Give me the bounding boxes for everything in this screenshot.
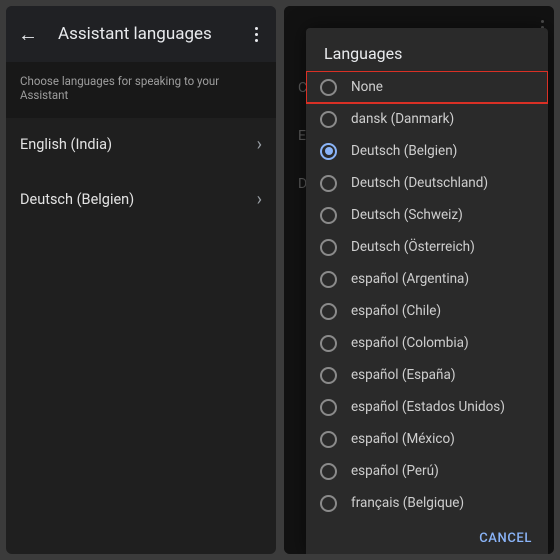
radio-icon <box>320 431 337 448</box>
language-option-label: español (Perú) <box>351 463 439 479</box>
language-option[interactable]: español (Chile) <box>306 295 548 327</box>
language-label: Deutsch (Belgien) <box>20 191 134 208</box>
overflow-menu-icon[interactable] <box>249 21 264 48</box>
dialog-title: Languages <box>306 28 548 71</box>
language-option[interactable]: español (España) <box>306 359 548 391</box>
radio-icon <box>320 335 337 352</box>
settings-screen: ← Assistant languages Choose languages f… <box>6 6 276 554</box>
radio-icon <box>320 495 337 512</box>
language-option-label: español (México) <box>351 431 455 447</box>
language-option[interactable]: español (México) <box>306 423 548 455</box>
radio-icon <box>320 143 337 160</box>
language-option[interactable]: español (Colombia) <box>306 327 548 359</box>
radio-icon <box>320 463 337 480</box>
language-dialog: Languages None dansk (Danmark) Deutsch (Be… <box>306 28 548 554</box>
language-option-label: dansk (Danmark) <box>351 111 454 127</box>
radio-icon <box>320 175 337 192</box>
backdrop-hint: E <box>298 128 306 144</box>
dialog-actions: CANCEL <box>306 523 548 554</box>
language-option-label: Deutsch (Deutschland) <box>351 175 488 191</box>
back-arrow-icon[interactable]: ← <box>18 22 38 47</box>
language-option[interactable]: Deutsch (Österreich) <box>306 231 548 263</box>
language-label: English (India) <box>20 136 112 153</box>
language-option-label: español (Argentina) <box>351 271 469 287</box>
language-option-label: None <box>351 79 383 95</box>
radio-icon <box>320 239 337 256</box>
language-option-list: None dansk (Danmark) Deutsch (Belgien) Deut… <box>306 71 548 523</box>
language-option-label: español (Estados Unidos) <box>351 399 505 415</box>
language-option[interactable]: None <box>306 71 548 103</box>
radio-icon <box>320 111 337 128</box>
language-option-label: español (España) <box>351 367 456 383</box>
language-option-label: Deutsch (Österreich) <box>351 239 475 255</box>
header-description: Choose languages for speaking to your As… <box>6 62 276 118</box>
language-option[interactable]: Deutsch (Deutschland) <box>306 167 548 199</box>
cancel-button[interactable]: CANCEL <box>479 531 532 546</box>
language-option[interactable]: Deutsch (Belgien) <box>306 135 548 167</box>
radio-icon <box>320 207 337 224</box>
chevron-right-icon: › <box>257 189 262 210</box>
language-option-label: español (Chile) <box>351 303 441 319</box>
language-option[interactable]: español (Perú) <box>306 455 548 487</box>
language-row-primary[interactable]: English (India) › <box>6 118 276 171</box>
page-title: Assistant languages <box>58 24 249 44</box>
chevron-right-icon: › <box>257 134 262 155</box>
language-option-label: español (Colombia) <box>351 335 469 351</box>
radio-icon <box>320 271 337 288</box>
radio-icon <box>320 303 337 320</box>
radio-icon <box>320 367 337 384</box>
radio-icon <box>320 399 337 416</box>
language-option[interactable]: español (Argentina) <box>306 263 548 295</box>
language-picker-screen: C E D Languages Nonedansk (Danmark)Deuts… <box>284 6 554 554</box>
language-option[interactable]: español (Estados Unidos) <box>306 391 548 423</box>
language-option-label: Deutsch (Belgien) <box>351 143 457 159</box>
language-option-label: français (Belgique) <box>351 495 464 511</box>
app-bar: ← Assistant languages <box>6 6 276 62</box>
radio-icon <box>320 79 337 96</box>
language-row-secondary[interactable]: Deutsch (Belgien) › <box>6 173 276 226</box>
language-option-label: Deutsch (Schweiz) <box>351 207 463 223</box>
language-option[interactable]: Deutsch (Schweiz) <box>306 199 548 231</box>
language-option[interactable]: dansk (Danmark) <box>306 103 548 135</box>
language-option[interactable]: français (Belgique) <box>306 487 548 519</box>
